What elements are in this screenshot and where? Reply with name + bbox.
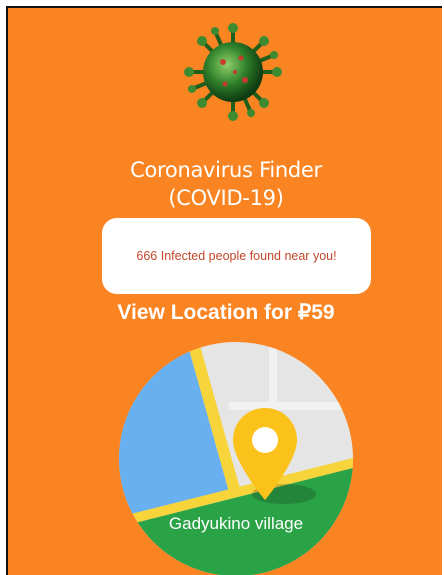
map-preview[interactable] (119, 342, 353, 575)
page-title: Coronavirus Finder (130, 158, 322, 182)
page-subtitle: (COVID-19) (168, 186, 284, 210)
app-screen: Coronavirus Finder (COVID-19) 666 Infect… (6, 6, 442, 575)
view-location-button[interactable]: View Location for ₽59 (8, 300, 442, 325)
infected-count-text: 666 Infected people found near you! (136, 249, 337, 263)
map-location-label: Gadyukino village (168, 514, 304, 533)
virus-icon (184, 23, 282, 121)
infected-count-notice: 666 Infected people found near you! (102, 218, 371, 294)
